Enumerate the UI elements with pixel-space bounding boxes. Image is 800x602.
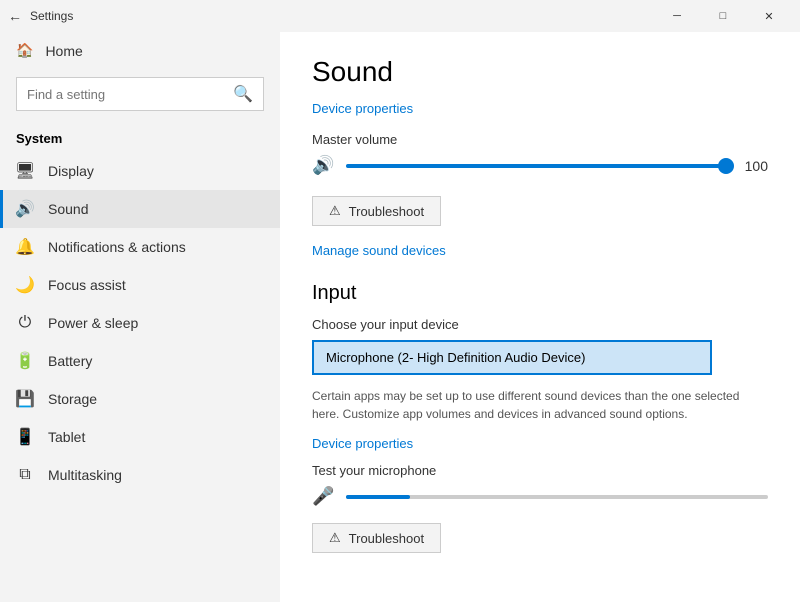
display-icon: 🖥 — [16, 162, 34, 180]
content-area: Sound Device properties Master volume 🔊 … — [280, 32, 800, 602]
sidebar-item-battery[interactable]: 🔋 Battery — [0, 342, 280, 380]
sidebar-item-notifications[interactable]: 🔔 Notifications & actions — [0, 228, 280, 266]
tablet-icon: 📱 — [16, 428, 34, 446]
sidebar-item-label-battery: Battery — [48, 353, 92, 369]
power-icon: ⏻ — [16, 314, 34, 332]
master-volume-label: Master volume — [312, 132, 768, 147]
maximize-button[interactable]: □ — [700, 0, 746, 32]
close-button[interactable]: ✕ — [746, 0, 792, 32]
home-icon: 🏠 — [16, 42, 33, 59]
mic-slider-row: 🎤 — [312, 486, 768, 507]
search-icon: 🔍 — [233, 84, 253, 104]
titlebar-controls: ─ □ ✕ — [654, 0, 792, 32]
troubleshoot-label: Troubleshoot — [349, 204, 424, 219]
troubleshoot-button[interactable]: ⚠ Troubleshoot — [312, 196, 441, 226]
volume-slider[interactable] — [346, 156, 726, 176]
main-container: 🏠 Home 🔍 System 🖥 Display 🔊 Sound 🔔 Noti… — [0, 32, 800, 602]
sidebar-item-display[interactable]: 🖥 Display — [0, 152, 280, 190]
minimize-button[interactable]: ─ — [654, 0, 700, 32]
manage-sound-devices-link[interactable]: Manage sound devices — [312, 243, 446, 258]
sidebar-item-label-sound: Sound — [48, 201, 88, 217]
page-title: Sound — [312, 56, 768, 88]
volume-icon: 🔊 — [312, 155, 334, 176]
mic-slider[interactable] — [346, 495, 768, 499]
warning-icon: ⚠ — [329, 203, 341, 219]
sidebar-item-label-display: Display — [48, 163, 94, 179]
volume-track — [346, 164, 726, 168]
test-mic-label: Test your microphone — [312, 463, 768, 478]
sidebar-item-label-storage: Storage — [48, 391, 97, 407]
search-input[interactable] — [27, 87, 225, 102]
device-select[interactable]: Microphone (2- High Definition Audio Dev… — [312, 340, 712, 375]
sidebar-item-label-multitasking: Multitasking — [48, 467, 122, 483]
notifications-icon: 🔔 — [16, 238, 34, 256]
choose-input-label: Choose your input device — [312, 317, 768, 332]
device-properties-link[interactable]: Device properties — [312, 101, 413, 116]
sidebar-item-label-power: Power & sleep — [48, 315, 138, 331]
device-properties-link-2[interactable]: Device properties — [312, 436, 413, 451]
sidebar-item-tablet[interactable]: 📱 Tablet — [0, 418, 280, 456]
warning-icon-2: ⚠ — [329, 530, 341, 546]
sidebar-item-label-tablet: Tablet — [48, 429, 85, 445]
home-label: Home — [45, 43, 82, 59]
selected-device-label: Microphone (2- High Definition Audio Dev… — [326, 350, 585, 365]
multitasking-icon: ⧉ — [16, 466, 34, 484]
sidebar-section-label: System — [0, 119, 280, 152]
titlebar: ← Settings ─ □ ✕ — [0, 0, 800, 32]
troubleshoot-label-2: Troubleshoot — [349, 531, 424, 546]
sidebar-search-container[interactable]: 🔍 — [16, 77, 264, 111]
sidebar-item-multitasking[interactable]: ⧉ Multitasking — [0, 456, 280, 494]
back-icon: ← — [8, 8, 22, 24]
mic-slider-fill — [346, 495, 409, 499]
volume-thumb[interactable] — [718, 158, 734, 174]
sidebar-home[interactable]: 🏠 Home — [0, 32, 280, 69]
sound-icon: 🔊 — [16, 200, 34, 218]
sidebar-item-label-notifications: Notifications & actions — [48, 239, 186, 255]
battery-icon: 🔋 — [16, 352, 34, 370]
troubleshoot-button-2[interactable]: ⚠ Troubleshoot — [312, 523, 441, 553]
sidebar-item-power[interactable]: ⏻ Power & sleep — [0, 304, 280, 342]
focus-icon: 🌙 — [16, 276, 34, 294]
sidebar: 🏠 Home 🔍 System 🖥 Display 🔊 Sound 🔔 Noti… — [0, 32, 280, 602]
mic-icon: 🎤 — [312, 486, 334, 507]
sidebar-item-label-focus: Focus assist — [48, 277, 126, 293]
volume-row: 🔊 100 — [312, 155, 768, 176]
storage-icon: 💾 — [16, 390, 34, 408]
info-text: Certain apps may be set up to use differ… — [312, 387, 768, 423]
sidebar-item-sound[interactable]: 🔊 Sound — [0, 190, 280, 228]
sidebar-item-storage[interactable]: 💾 Storage — [0, 380, 280, 418]
titlebar-title: Settings — [30, 9, 654, 23]
input-section-title: Input — [312, 282, 768, 305]
volume-value: 100 — [738, 158, 768, 174]
sidebar-item-focus[interactable]: 🌙 Focus assist — [0, 266, 280, 304]
